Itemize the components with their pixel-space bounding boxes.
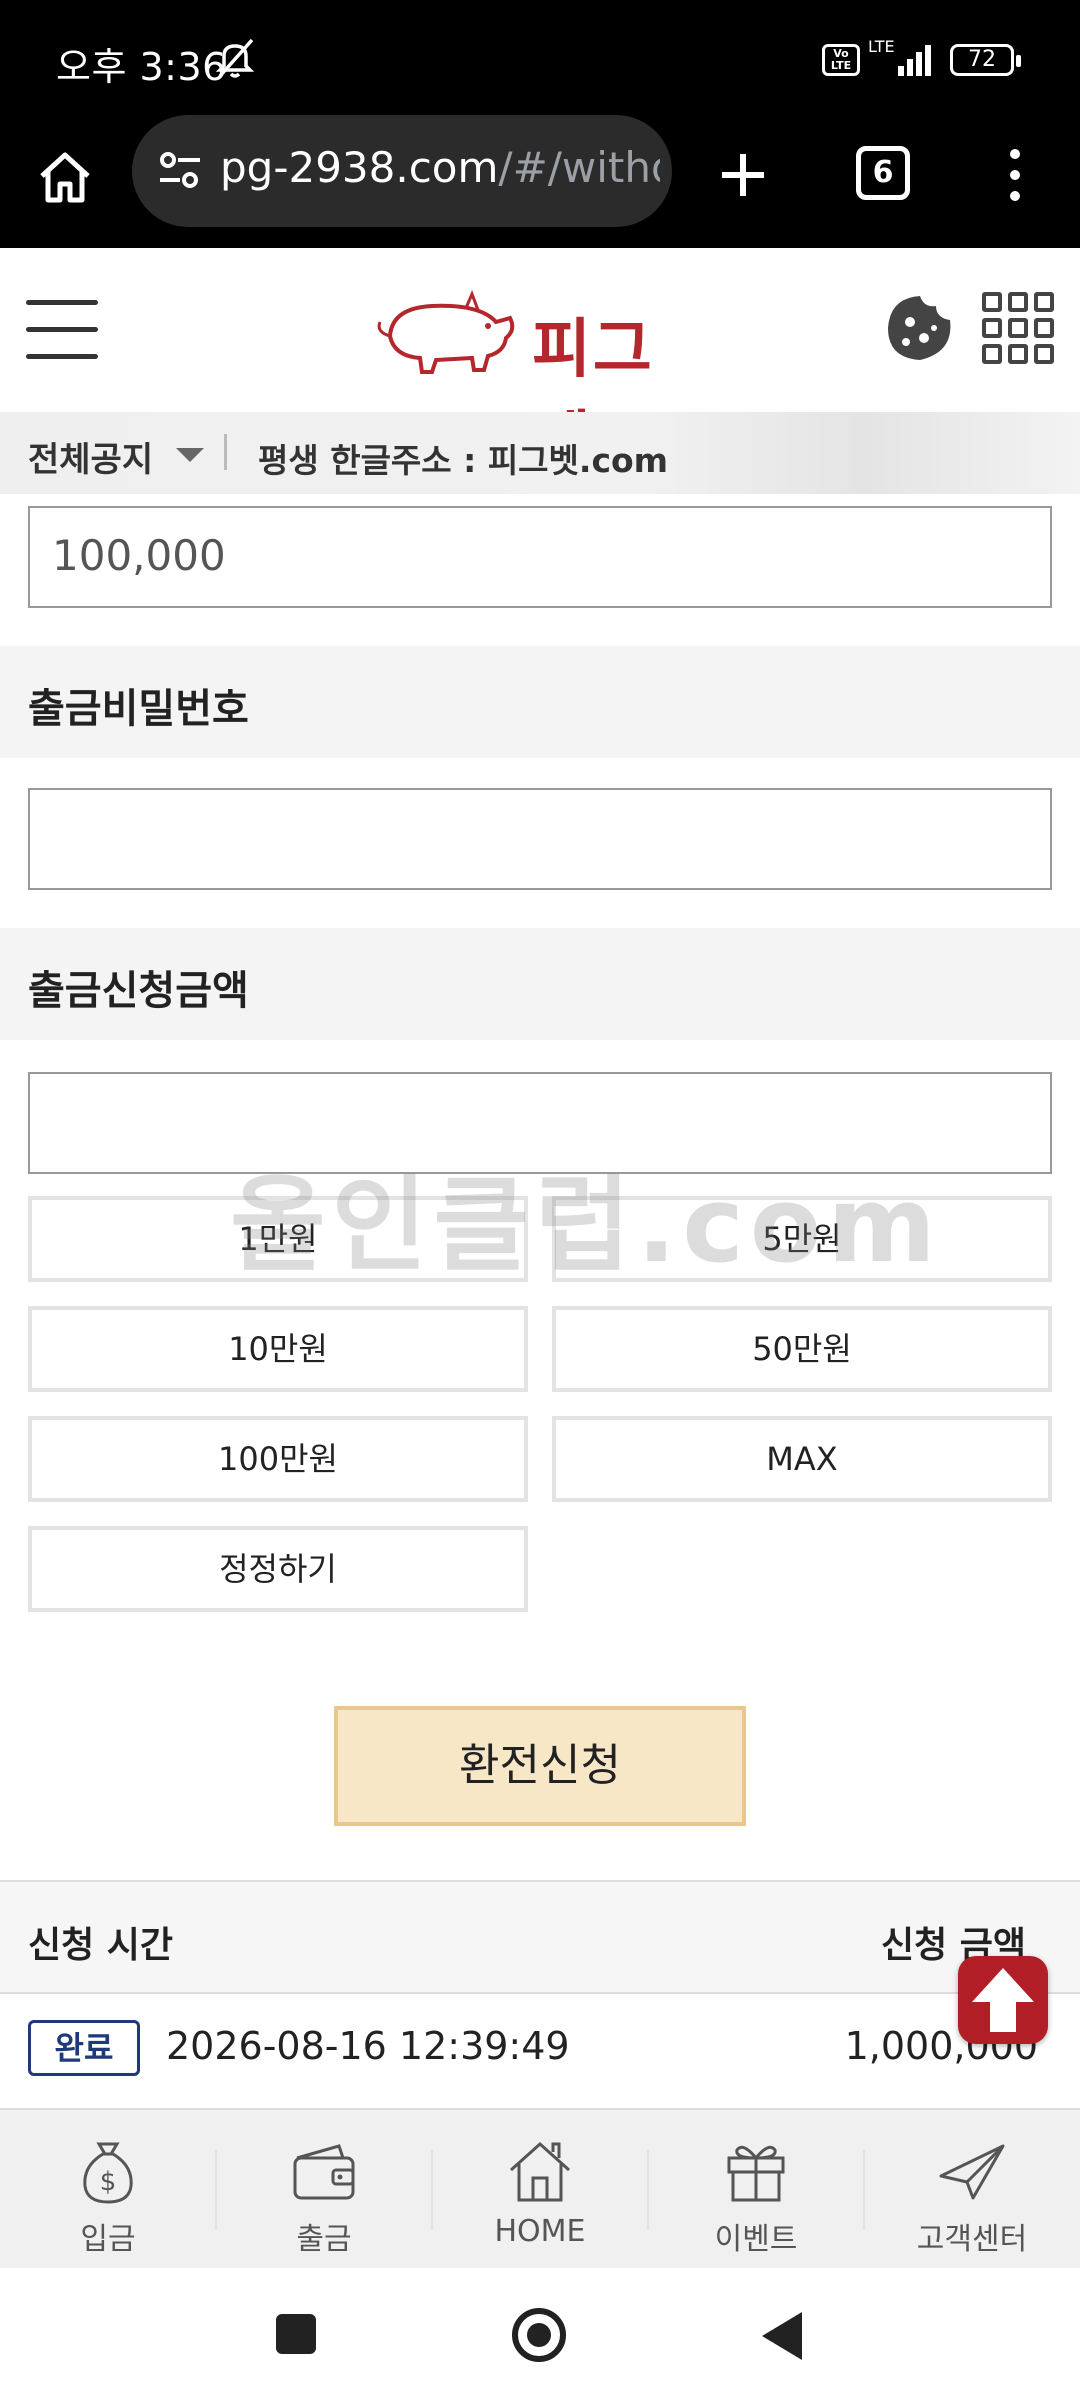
notice-dropdown[interactable]: 전체공지 xyxy=(28,432,153,481)
scroll-to-top-button[interactable] xyxy=(958,1956,1048,2044)
status-badge: 완료 xyxy=(28,2020,140,2076)
pig-logo-icon xyxy=(377,289,515,374)
site-logo[interactable]: 피그벳 xyxy=(370,286,710,479)
amount-max-button[interactable]: MAX xyxy=(552,1416,1052,1502)
withdraw-history-table: 신청 시간 신청 금액 완료 2026-08-16 12:39:49 1,000… xyxy=(0,1880,1080,2110)
nav-deposit-label: 입금 xyxy=(80,2222,136,2257)
recents-button[interactable] xyxy=(276,2314,316,2354)
notice-text: 평생 한글주소 : 피그벳.com xyxy=(258,441,669,480)
password-section-title: 출금비밀번호 xyxy=(28,686,249,732)
system-navigation-bar xyxy=(0,2268,1080,2400)
column-header-time: 신청 시간 xyxy=(28,1925,174,1966)
password-section-header: 출금비밀번호 xyxy=(0,646,1080,758)
nav-withdraw[interactable]: 출금 xyxy=(216,2110,432,2270)
table-header: 신청 시간 신청 금액 xyxy=(0,1882,1080,1994)
new-tab-icon[interactable] xyxy=(712,144,774,206)
caret-down-icon[interactable] xyxy=(176,448,204,462)
notice-bar: 전체공지 평생 한글주소 : 피그벳.com xyxy=(0,412,1080,494)
browser-home-icon[interactable] xyxy=(34,146,96,208)
volte-icon: Vo LTE xyxy=(822,44,860,76)
arrow-up-icon xyxy=(972,1968,1034,2032)
tab-switcher-button[interactable]: 6 xyxy=(856,146,910,200)
wallet-icon xyxy=(293,2144,355,2200)
watermark: 올인클럽.com xyxy=(230,1164,942,1286)
nav-event-label: 이벤트 xyxy=(714,2222,798,2257)
gift-icon xyxy=(727,2145,785,2202)
reset-amount-button[interactable]: 정정하기 xyxy=(28,1526,528,1612)
nav-home[interactable]: HOME xyxy=(432,2110,648,2270)
amount-field[interactable]: 100,000 xyxy=(28,506,1052,608)
nav-home-label: HOME xyxy=(494,2214,586,2249)
hamburger-menu-icon[interactable] xyxy=(26,300,98,362)
money-bag-icon: $ xyxy=(83,2142,133,2204)
url-host: pg-2938.com xyxy=(220,143,499,192)
back-button[interactable] xyxy=(762,2312,802,2360)
cookie-icon[interactable] xyxy=(884,292,956,364)
nav-support-label: 고객센터 xyxy=(916,2222,1028,2257)
browser-toolbar: pg-2938.com/#/withd 6 xyxy=(0,115,1080,248)
request-amount-section-title: 출금신청금액 xyxy=(28,968,249,1014)
withdraw-submit-button[interactable]: 환전신청 xyxy=(334,1706,746,1826)
signal-icon xyxy=(898,45,931,76)
bottom-navigation: $ 입금 출금 HOME 이벤트 고객센터 xyxy=(0,2108,1080,2268)
nav-deposit[interactable]: $ 입금 xyxy=(0,2110,216,2270)
request-amount-section-header: 출금신청금액 xyxy=(0,928,1080,1040)
nav-event[interactable]: 이벤트 xyxy=(648,2110,864,2270)
site-settings-icon[interactable] xyxy=(156,145,204,195)
amount-1m-button[interactable]: 100만원 xyxy=(28,1416,528,1502)
divider xyxy=(224,434,227,470)
amount-500k-button[interactable]: 50만원 xyxy=(552,1306,1052,1392)
url-path: /#/withd xyxy=(498,143,660,192)
svg-text:$: $ xyxy=(100,2167,117,2197)
paper-plane-icon xyxy=(939,2144,1005,2200)
system-home-button[interactable] xyxy=(512,2308,566,2362)
apps-grid-icon[interactable] xyxy=(982,292,1054,364)
withdraw-password-input[interactable] xyxy=(28,788,1052,890)
nav-support[interactable]: 고객센터 xyxy=(864,2110,1080,2270)
mute-icon xyxy=(215,38,255,78)
url-text[interactable]: pg-2938.com/#/withd xyxy=(220,143,660,192)
address-bar[interactable]: pg-2938.com/#/withd xyxy=(132,115,672,227)
table-row[interactable]: 완료 2026-08-16 12:39:49 1,000,000 xyxy=(0,1994,1080,2104)
status-time: 오후 3:36 xyxy=(56,45,227,89)
more-menu-icon[interactable] xyxy=(1000,144,1030,206)
lte-label: LTE xyxy=(868,37,895,56)
amount-100k-button[interactable]: 10만원 xyxy=(28,1306,528,1392)
request-datetime: 2026-08-16 12:39:49 xyxy=(166,2024,570,2068)
battery-icon: 72 xyxy=(950,44,1021,76)
house-icon xyxy=(509,2141,571,2202)
site-header: 피그벳 xyxy=(0,248,1080,479)
status-bar: 오후 3:36 Vo LTE LTE 72 xyxy=(0,0,1080,118)
nav-withdraw-label: 출금 xyxy=(296,2222,352,2257)
